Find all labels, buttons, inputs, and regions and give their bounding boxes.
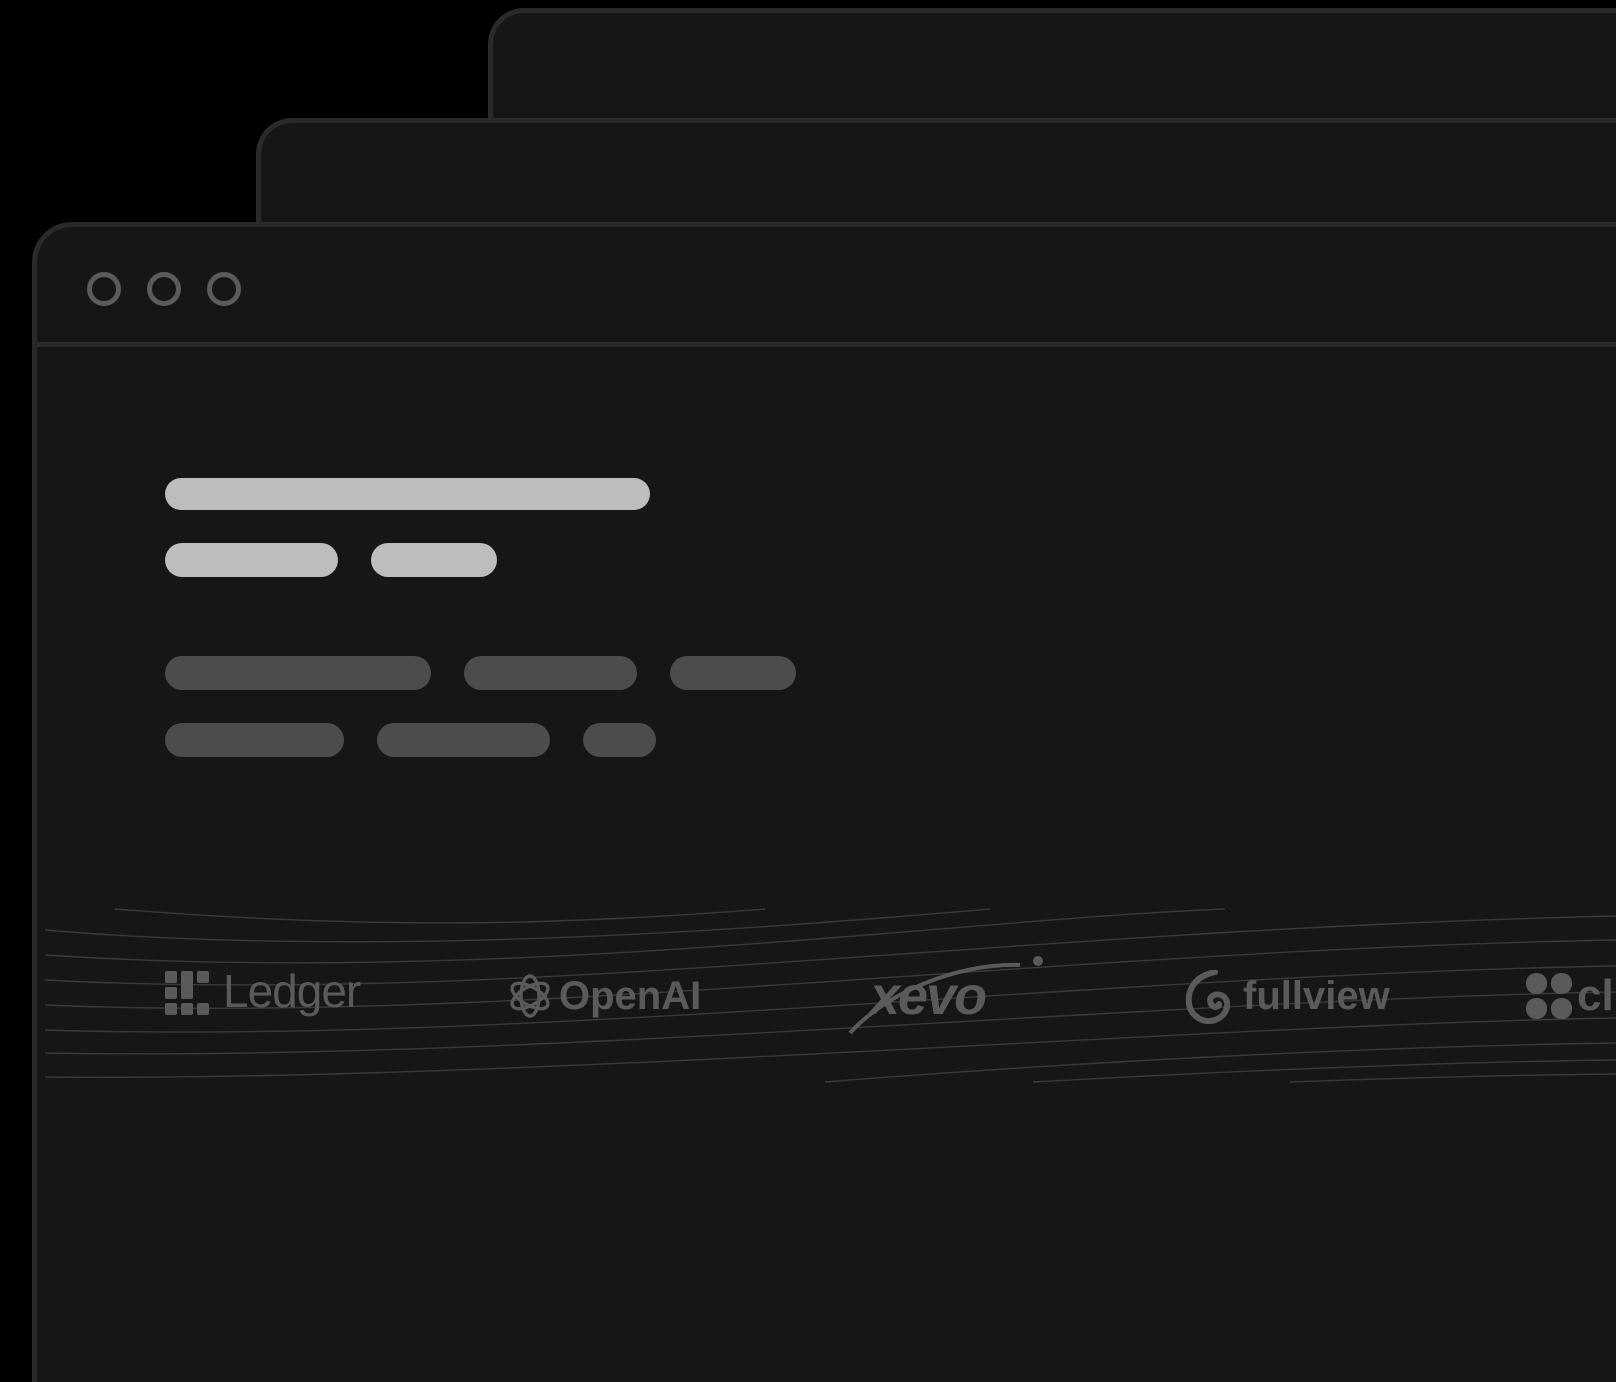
clover-icon <box>1526 973 1572 1019</box>
openai-knot-icon <box>510 974 550 1018</box>
logo-ledger-label: Ledger <box>223 965 361 1017</box>
logo-xevo-label: xevo <box>870 966 987 1026</box>
logo-ledger: Ledger <box>165 968 375 1018</box>
logo-fullview: fullview <box>1185 970 1400 1024</box>
logo-xevo: xevo <box>844 955 1049 1035</box>
logo-openai-label: OpenAI <box>559 974 702 1018</box>
logo-clover-label: cl <box>1577 972 1614 1020</box>
logo-clover: cl <box>1525 972 1616 1022</box>
decorative-wave-lines <box>44 908 1616 1083</box>
logo-openai: OpenAI <box>506 972 711 1022</box>
logo-fullview-label: fullview <box>1243 974 1390 1018</box>
fullview-swirl-icon <box>1185 970 1231 1024</box>
ledger-grid-icon <box>165 971 209 1015</box>
